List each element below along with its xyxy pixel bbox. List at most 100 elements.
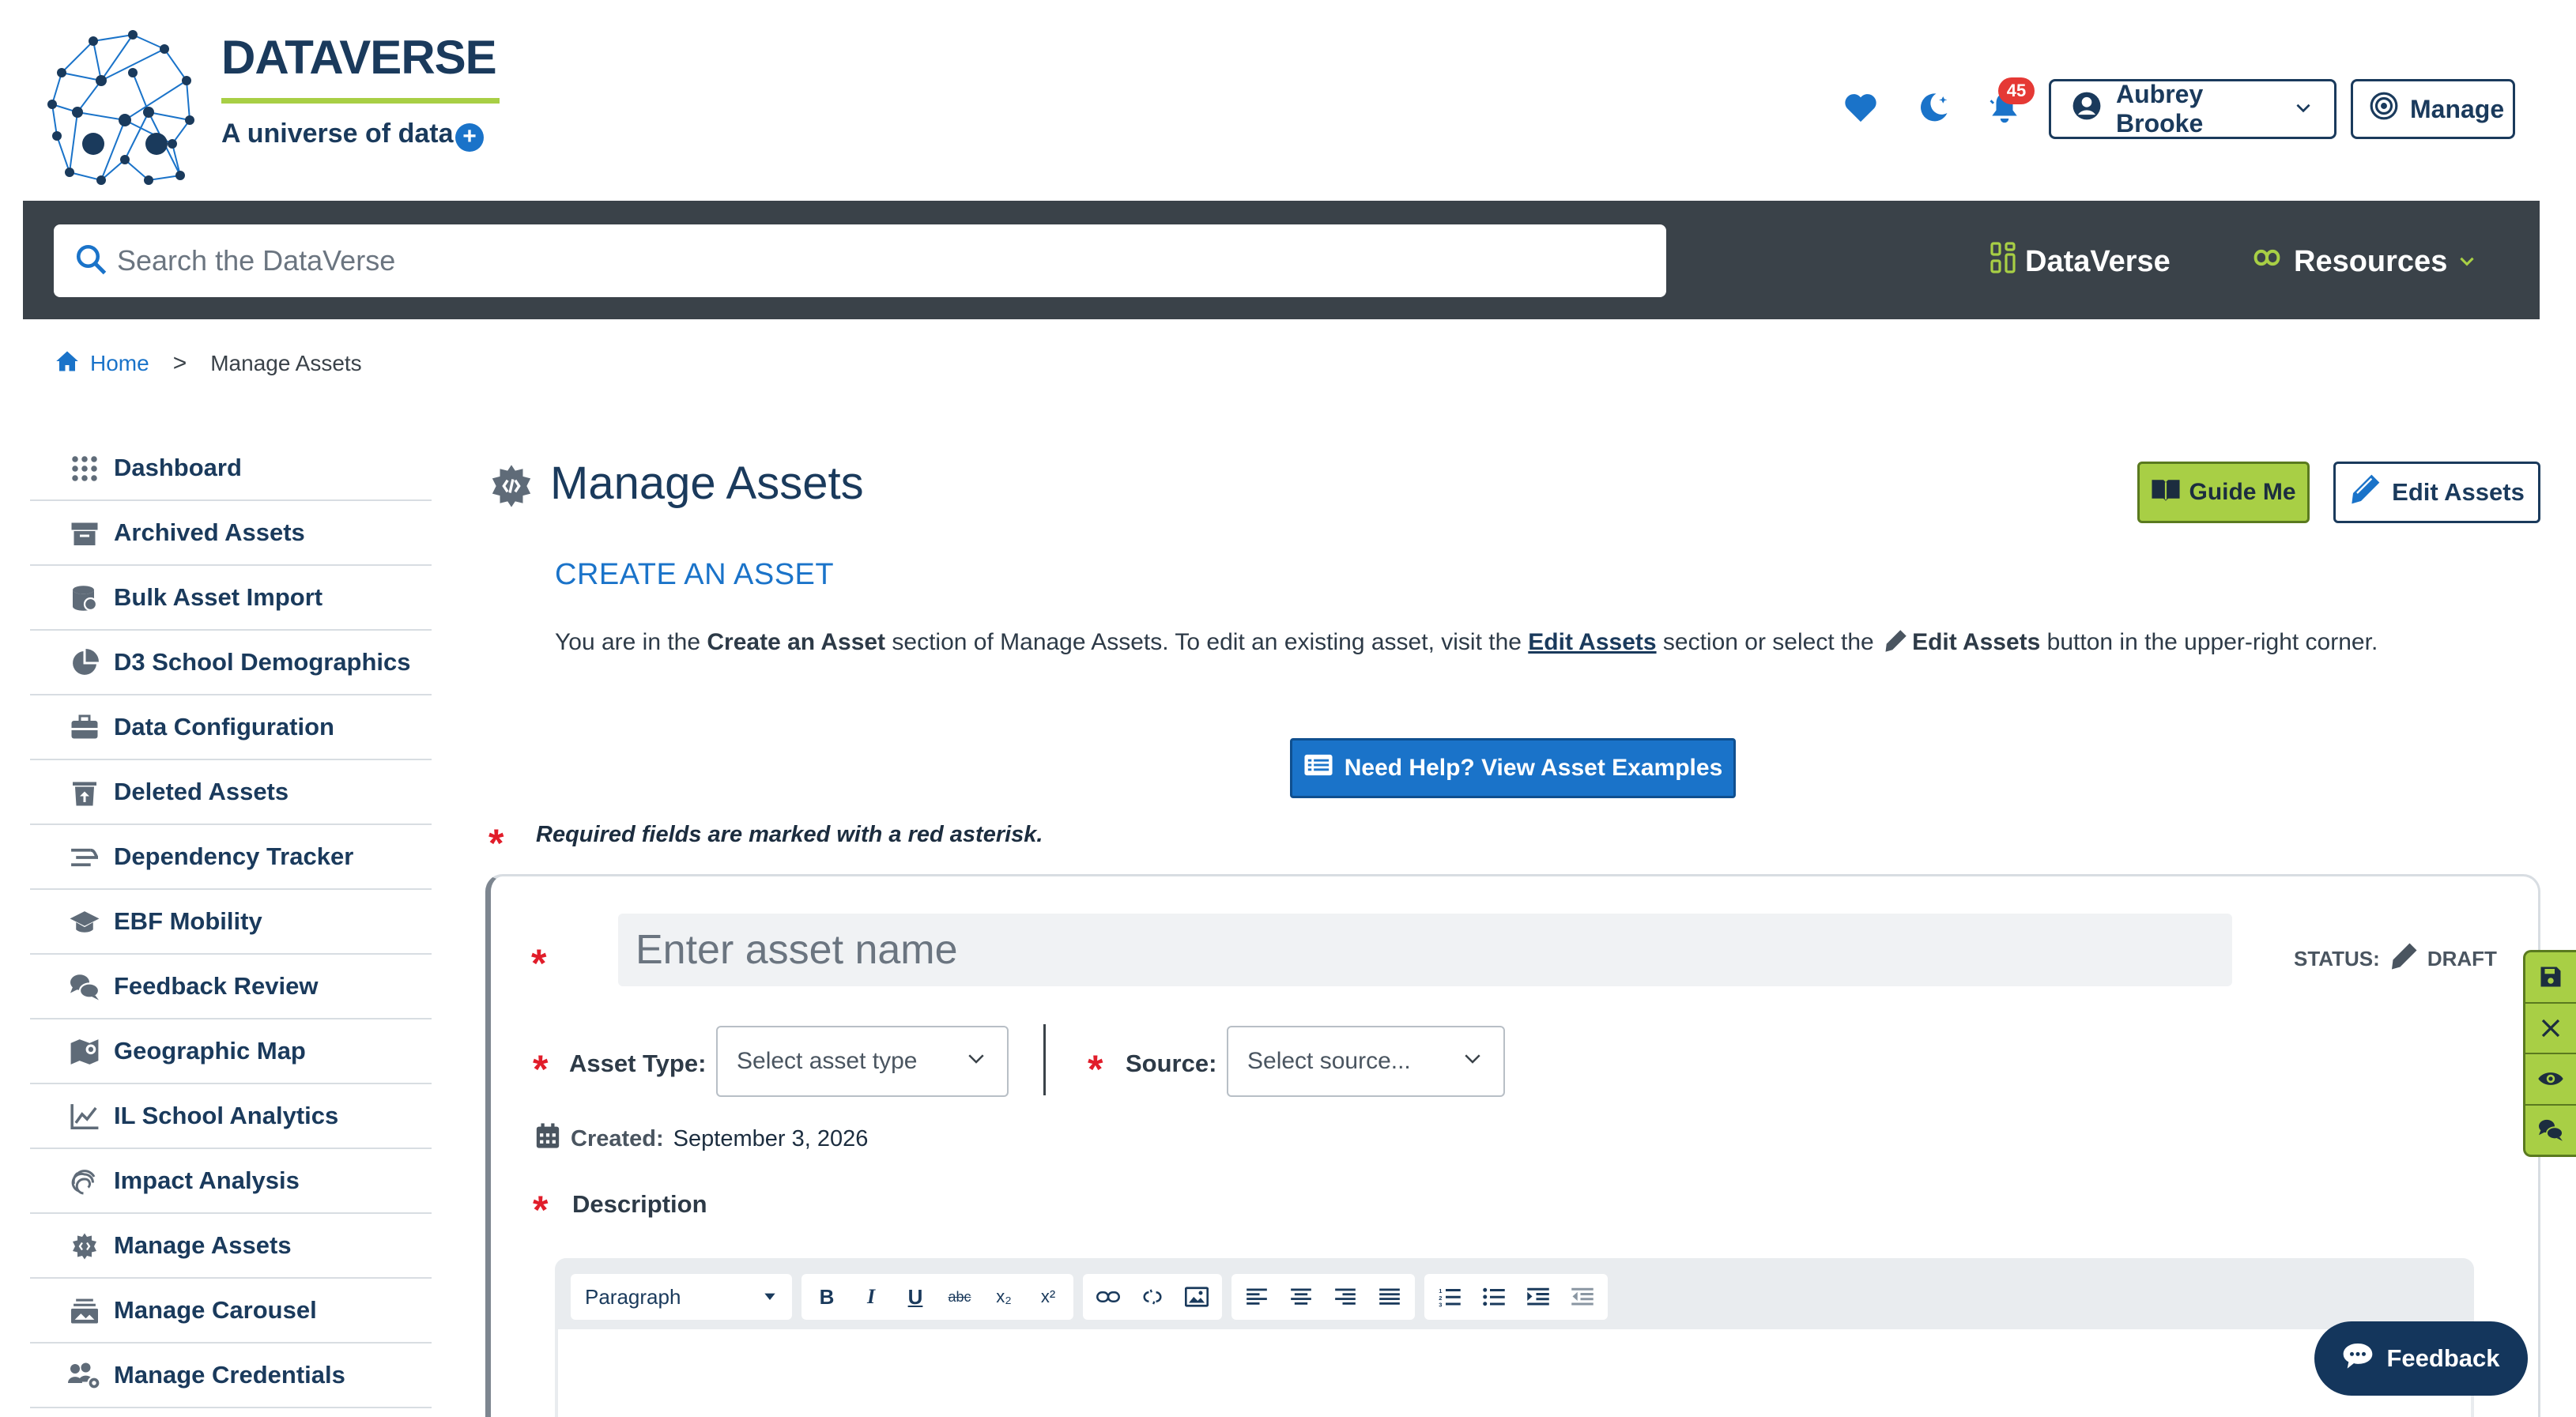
sidebar-item-feedback-review[interactable]: Feedback Review: [30, 955, 432, 1019]
sidebar-item-dependency-tracker[interactable]: Dependency Tracker: [30, 825, 432, 890]
sidebar-item-data-configuration[interactable]: Data Configuration: [30, 695, 432, 760]
sidebar-item-label: Data Configuration: [114, 713, 334, 741]
line-chart-icon: [68, 1100, 101, 1133]
breadcrumb-home-link[interactable]: Home: [55, 350, 149, 378]
bullet-list-icon[interactable]: [1473, 1276, 1514, 1317]
sidebar-item-impact-analysis[interactable]: Impact Analysis: [30, 1149, 432, 1214]
guide-me-label: Guide Me: [2189, 479, 2296, 505]
page-title: Manage Assets: [550, 458, 864, 509]
intro-text-part: section of Manage Assets. To edit an exi…: [885, 629, 1529, 655]
align-center-icon[interactable]: [1280, 1276, 1322, 1317]
sidebar-item-label: Bulk Asset Import: [114, 583, 323, 611]
sidebar-item-archived-assets[interactable]: Archived Assets: [30, 501, 432, 566]
strikethrough-button[interactable]: abc: [939, 1276, 980, 1317]
sidebar-item-label: Impact Analysis: [114, 1166, 300, 1194]
edit-assets-link[interactable]: Edit Assets: [1528, 629, 1656, 655]
pen-icon: [2389, 942, 2418, 976]
required-asterisk: *: [533, 1188, 549, 1232]
outdent-icon[interactable]: [1562, 1276, 1603, 1317]
image-icon[interactable]: [1176, 1276, 1217, 1317]
trash-restore-icon: [68, 776, 101, 809]
sidebar-item-label: Dependency Tracker: [114, 842, 354, 870]
intro-bold-edit: Edit Assets: [1912, 629, 2041, 655]
superscript-button[interactable]: x²: [1028, 1276, 1069, 1317]
manage-button[interactable]: Manage: [2351, 79, 2515, 139]
fingerprint-icon: [68, 1165, 101, 1198]
view-asset-examples-button[interactable]: Need Help? View Asset Examples: [1290, 738, 1736, 798]
feedback-button[interactable]: Feedback: [2314, 1321, 2528, 1396]
search-bar[interactable]: [54, 224, 1666, 297]
carousel-icon: [68, 1295, 101, 1328]
sidebar-item-label: Feedback Review: [114, 972, 319, 1000]
align-left-icon[interactable]: [1236, 1276, 1277, 1317]
chevron-down-icon: [1461, 1046, 1484, 1076]
sidebar-item-manage-credentials[interactable]: Manage Credentials: [30, 1344, 432, 1408]
description-text-area[interactable]: [558, 1329, 2471, 1417]
block-format-select[interactable]: Paragraph: [575, 1276, 787, 1317]
nav-resources-link[interactable]: Resources: [2250, 237, 2477, 286]
save-icon[interactable]: [2525, 952, 2576, 1004]
align-right-icon[interactable]: [1325, 1276, 1366, 1317]
numbered-list-icon[interactable]: 123: [1429, 1276, 1470, 1317]
sidebar-item-label: EBF Mobility: [114, 907, 262, 935]
chevron-down-icon: [2457, 245, 2477, 279]
asset-type-select[interactable]: Select asset type: [716, 1026, 1009, 1097]
nav-dataverse-link[interactable]: DataVerse: [1990, 237, 2171, 286]
edit-assets-label: Edit Assets: [2392, 478, 2525, 506]
link-icon[interactable]: [1088, 1276, 1129, 1317]
align-justify-icon[interactable]: [1369, 1276, 1410, 1317]
moon-icon[interactable]: [1911, 85, 1956, 130]
list-group: 123: [1424, 1274, 1608, 1320]
grid-icon: [68, 452, 101, 485]
comments-icon[interactable]: [2525, 1106, 2576, 1155]
asset-name-input[interactable]: [636, 926, 2208, 974]
search-input[interactable]: [117, 244, 1619, 277]
target-icon: [2369, 91, 2399, 127]
asset-name-field[interactable]: [618, 914, 2232, 986]
search-icon[interactable]: [74, 243, 107, 280]
list-card-icon: [1303, 753, 1333, 783]
sidebar-item-manage-assets[interactable]: Manage Assets: [30, 1214, 432, 1279]
database-icon: [68, 582, 101, 615]
breadcrumb-separator: >: [172, 350, 187, 376]
field-divider: [1043, 1024, 1046, 1095]
user-menu-button[interactable]: Aubrey Brooke: [2049, 79, 2337, 139]
svg-text:2: 2: [1439, 1295, 1442, 1302]
sidebar-item-dashboard[interactable]: Dashboard: [30, 436, 432, 501]
dataverse-logo[interactable]: [46, 25, 198, 188]
sidebar-item-d3-school-demographics[interactable]: D3 School Demographics: [30, 631, 432, 695]
block-format-group: Paragraph: [571, 1274, 792, 1320]
pen-icon: [1884, 629, 1907, 659]
italic-button[interactable]: I: [850, 1276, 892, 1317]
guide-me-button[interactable]: Guide Me: [2137, 462, 2310, 523]
subscript-button[interactable]: x₂: [983, 1276, 1024, 1317]
indent-icon[interactable]: [1518, 1276, 1559, 1317]
status-indicator: STATUS: DRAFT: [2294, 942, 2497, 976]
sidebar-item-label: Geographic Map: [114, 1037, 306, 1065]
intro-text-part: You are in the: [555, 629, 707, 655]
sidebar-item-bulk-asset-import[interactable]: Bulk Asset Import: [30, 566, 432, 631]
sidebar-item-deleted-assets[interactable]: Deleted Assets: [30, 760, 432, 825]
notification-count-badge: 45: [1998, 77, 2035, 104]
heart-icon[interactable]: [1839, 85, 1883, 130]
intro-text: You are in the Create an Asset section o…: [555, 629, 2378, 659]
source-select[interactable]: Select source...: [1227, 1026, 1505, 1097]
sidebar-item-label: Dashboard: [114, 454, 242, 481]
insert-group: [1083, 1274, 1222, 1320]
sidebar-item-il-school-analytics[interactable]: IL School Analytics: [30, 1084, 432, 1149]
edit-assets-button[interactable]: Edit Assets: [2333, 462, 2540, 523]
sidebar-item-geographic-map[interactable]: Geographic Map: [30, 1019, 432, 1084]
sidebar-item-ebf-mobility[interactable]: EBF Mobility: [30, 890, 432, 955]
close-icon[interactable]: [2525, 1004, 2576, 1054]
section-title: CREATE AN ASSET: [555, 558, 835, 591]
svg-text:1: 1: [1439, 1287, 1442, 1295]
bold-button[interactable]: B: [806, 1276, 847, 1317]
sidebar-item-manage-carousel[interactable]: Manage Carousel: [30, 1279, 432, 1344]
nav-dataverse-label: DataVerse: [2025, 244, 2171, 278]
eye-icon[interactable]: [2525, 1054, 2576, 1106]
unlink-icon[interactable]: [1132, 1276, 1173, 1317]
underline-button[interactable]: U: [895, 1276, 936, 1317]
required-note: Required fields are marked with a red as…: [536, 822, 1043, 847]
user-circle-icon: [2072, 91, 2102, 127]
plus-icon[interactable]: +: [455, 123, 484, 152]
